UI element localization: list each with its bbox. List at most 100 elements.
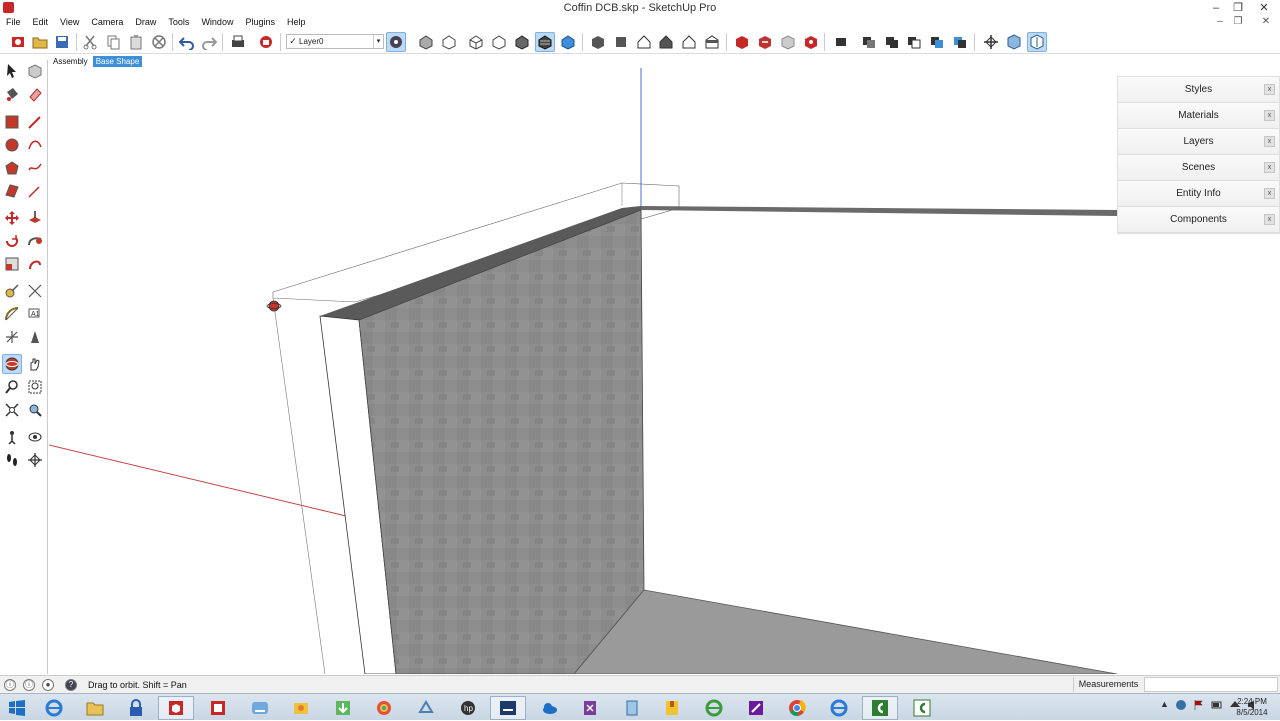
help-icon[interactable]	[1175, 699, 1187, 711]
chrome-icon[interactable]	[779, 696, 815, 720]
tray-item-entity-info[interactable]: Entity Info x	[1118, 181, 1279, 207]
tray-expand-icon[interactable]: ▲	[1160, 699, 1169, 711]
ie-alt-icon[interactable]	[696, 696, 732, 720]
paste-icon[interactable]	[126, 32, 146, 52]
freehand-icon[interactable]	[25, 158, 45, 178]
measurements-input[interactable]	[1144, 677, 1278, 692]
folder-app-icon[interactable]	[283, 696, 319, 720]
paint-bucket-icon[interactable]	[2, 84, 22, 104]
solid-outer-shell-icon[interactable]	[831, 32, 851, 52]
menu-window[interactable]: Window	[195, 15, 239, 29]
onenote-icon[interactable]	[572, 696, 608, 720]
position-camera-icon[interactable]	[2, 427, 22, 447]
close-button[interactable]: ✕	[1248, 0, 1280, 15]
close-icon[interactable]: x	[1264, 162, 1275, 173]
instructor-help-icon[interactable]: ?	[65, 679, 77, 691]
extension-warehouse-icon[interactable]	[801, 32, 821, 52]
solid-union-icon[interactable]	[882, 32, 902, 52]
breadcrumb-base-shape[interactable]: Base Shape	[92, 55, 143, 67]
file-explorer-icon[interactable]	[77, 696, 113, 720]
share-model-icon[interactable]	[755, 32, 775, 52]
camtasia-icon[interactable]	[862, 696, 898, 720]
model-viewport[interactable]	[49, 68, 1280, 674]
scale-icon[interactable]	[2, 254, 22, 274]
new-model-icon[interactable]	[8, 32, 28, 52]
solid-intersect-icon[interactable]	[859, 32, 879, 52]
undo-icon[interactable]	[177, 32, 197, 52]
menu-plugins[interactable]: Plugins	[239, 15, 281, 29]
layout-icon[interactable]	[200, 696, 236, 720]
menu-help[interactable]: Help	[281, 15, 312, 29]
display-section-cuts-icon[interactable]	[1027, 32, 1047, 52]
redo-icon[interactable]	[199, 32, 219, 52]
offset-icon[interactable]	[25, 254, 45, 274]
rectangle-icon[interactable]	[2, 112, 22, 132]
orbit-icon[interactable]	[2, 354, 22, 374]
close-icon[interactable]: x	[1264, 214, 1275, 225]
follow-me-icon[interactable]	[25, 231, 45, 251]
walk-footprints-icon[interactable]	[2, 450, 22, 470]
chevron-down-icon[interactable]: ▾	[373, 35, 383, 48]
save-icon[interactable]	[52, 32, 72, 52]
close-icon[interactable]: x	[1264, 110, 1275, 121]
close-icon[interactable]: x	[1264, 84, 1275, 95]
tray-item-materials[interactable]: Materials x	[1118, 103, 1279, 129]
pan-hand-icon[interactable]	[25, 354, 45, 374]
solid-subtract-icon[interactable]	[904, 32, 924, 52]
cloud-app-icon[interactable]	[242, 696, 278, 720]
bookmark-app-icon[interactable]	[654, 696, 690, 720]
3d-warehouse-icon[interactable]	[732, 32, 752, 52]
erase-icon[interactable]	[149, 32, 169, 52]
3d-text-icon[interactable]	[25, 327, 45, 347]
onedrive-icon[interactable]	[532, 696, 568, 720]
x-ray-icon[interactable]	[416, 32, 436, 52]
iso-view-icon[interactable]	[588, 32, 608, 52]
push-pull-icon[interactable]	[25, 208, 45, 228]
battery-icon[interactable]	[1211, 699, 1223, 711]
remote-app-icon[interactable]	[490, 696, 526, 720]
hidden-line-icon[interactable]	[489, 32, 509, 52]
breadcrumb-assembly[interactable]: Assembly	[50, 56, 91, 67]
menu-view[interactable]: View	[54, 15, 85, 29]
eraser-icon[interactable]	[25, 84, 45, 104]
rotate-icon[interactable]	[2, 231, 22, 251]
axes-icon[interactable]	[2, 327, 22, 347]
camtasia-recorder-icon[interactable]	[904, 696, 940, 720]
notes-icon[interactable]	[614, 696, 650, 720]
sketchup-app-icon[interactable]	[3, 2, 14, 13]
left-view-icon[interactable]	[702, 32, 722, 52]
right-view-icon[interactable]	[656, 32, 676, 52]
rotated-rect-icon[interactable]	[2, 181, 22, 201]
user-account-icon[interactable]: ●	[42, 679, 54, 691]
system-clock[interactable]: 2:24 PM 8/5/2014	[1232, 696, 1272, 718]
doc-restore-button[interactable]: ❐	[1230, 15, 1246, 29]
windows-start-icon[interactable]	[0, 694, 34, 721]
picasa-icon[interactable]	[366, 696, 402, 720]
ie-green-icon[interactable]	[821, 696, 857, 720]
zoom-icon[interactable]	[2, 377, 22, 397]
back-edges-icon[interactable]	[439, 32, 459, 52]
tray-item-styles[interactable]: Styles x	[1118, 77, 1279, 103]
polygon-icon[interactable]	[2, 158, 22, 178]
monochrome-icon[interactable]	[558, 32, 578, 52]
layer-visibility-icon[interactable]	[386, 32, 406, 52]
sketch-app-icon[interactable]	[408, 696, 444, 720]
download-icon[interactable]	[325, 696, 361, 720]
hp-icon[interactable]: hp	[450, 696, 486, 720]
menu-draw[interactable]: Draw	[129, 15, 162, 29]
dimension-icon[interactable]	[25, 281, 45, 301]
open-folder-icon[interactable]	[30, 32, 50, 52]
front-view-icon[interactable]	[634, 32, 654, 52]
wireframe-icon[interactable]	[466, 32, 486, 52]
menu-camera[interactable]: Camera	[85, 15, 129, 29]
close-icon[interactable]: x	[1264, 188, 1275, 199]
previous-view-icon[interactable]	[25, 400, 45, 420]
draw-app-icon[interactable]	[738, 696, 774, 720]
menu-file[interactable]: File	[0, 15, 27, 29]
section-plane-tool-icon[interactable]	[25, 450, 45, 470]
protractor-icon[interactable]	[2, 304, 22, 324]
move-icon[interactable]	[2, 208, 22, 228]
lock-icon[interactable]	[118, 696, 154, 720]
solid-trim-icon[interactable]	[927, 32, 947, 52]
maximize-button[interactable]: ❐	[1228, 0, 1248, 15]
